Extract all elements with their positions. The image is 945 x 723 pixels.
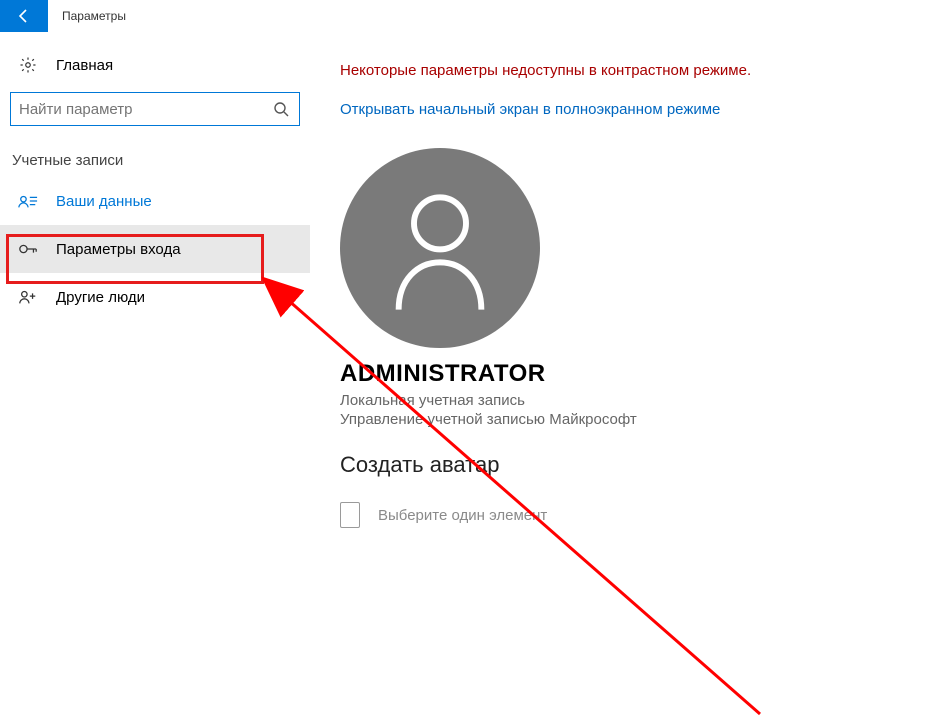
manage-account-link[interactable]: Управление учетной записью Майкрософт	[340, 411, 935, 428]
home-nav[interactable]: Главная	[0, 46, 310, 84]
sidebar-item-label: Другие люди	[56, 289, 145, 306]
user-icon	[380, 182, 500, 315]
account-type: Локальная учетная запись	[340, 392, 935, 409]
back-button[interactable]	[0, 0, 48, 32]
picker-thumbnail-icon	[340, 502, 360, 528]
gear-icon	[18, 56, 38, 74]
search-input[interactable]	[19, 99, 271, 120]
sidebar-item-your-info[interactable]: Ваши данные	[0, 177, 310, 225]
username: ADMINISTRATOR	[340, 360, 935, 388]
sidebar-item-label: Параметры входа	[56, 241, 181, 258]
main-pane: Некоторые параметры недоступны в контрас…	[310, 32, 945, 528]
titlebar: Параметры	[0, 0, 945, 32]
sidebar: Главная Учетные записи Ваши данные	[0, 32, 310, 528]
search-box[interactable]	[10, 92, 300, 126]
section-title: Учетные записи	[0, 126, 310, 177]
sidebar-item-sign-in-options[interactable]: Параметры входа	[0, 225, 310, 273]
person-card-icon	[18, 193, 38, 209]
picker-label: Выберите один элемент	[378, 507, 547, 524]
create-avatar-heading: Создать аватар	[340, 452, 935, 478]
key-icon	[18, 241, 38, 257]
avatar	[340, 148, 540, 348]
search-icon	[271, 101, 291, 117]
arrow-left-icon	[14, 8, 34, 24]
people-plus-icon	[18, 289, 38, 305]
fullscreen-start-link[interactable]: Открывать начальный экран в полноэкранно…	[340, 101, 935, 118]
avatar-picker[interactable]: Выберите один элемент	[340, 502, 935, 528]
window-title: Параметры	[62, 9, 126, 23]
contrast-warning: Некоторые параметры недоступны в контрас…	[340, 62, 935, 79]
sidebar-item-label: Ваши данные	[56, 193, 152, 210]
home-label: Главная	[56, 57, 113, 74]
sidebar-item-other-people[interactable]: Другие люди	[0, 273, 310, 321]
